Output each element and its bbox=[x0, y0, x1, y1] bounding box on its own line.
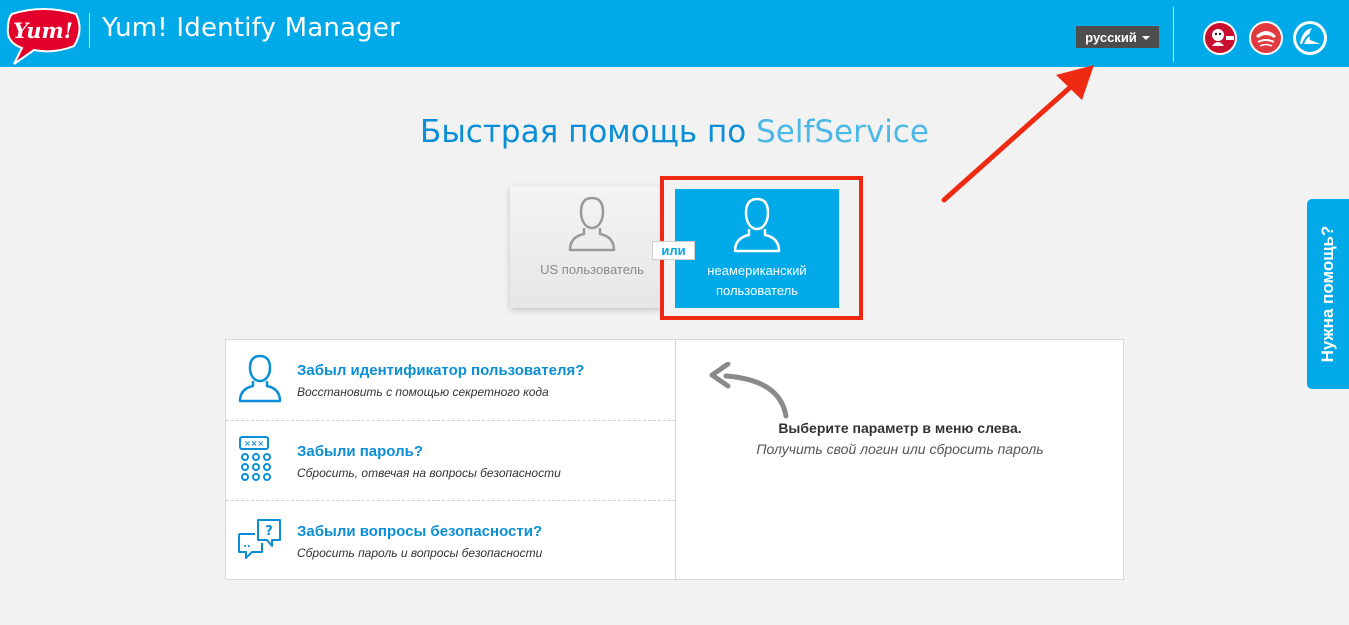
yum-logo[interactable]: Yum! bbox=[4, 6, 82, 66]
instruction-heading: Выберите параметр в меню слева. bbox=[778, 420, 1022, 436]
svg-text:×××: ××× bbox=[244, 439, 264, 448]
options-panel: Забыл идентификатор пользователя? Восста… bbox=[225, 339, 1124, 580]
annotation-arrow bbox=[941, 65, 1094, 203]
caret-down-icon bbox=[1141, 35, 1150, 40]
forgot-security-questions-subtitle: Сбросить пароль и вопросы безопасности bbox=[297, 546, 543, 560]
chat-question-icon: ? .. bbox=[238, 519, 281, 559]
forgot-password-option[interactable]: ××× Забыли пароль? Сбросить, отвечая на … bbox=[226, 420, 676, 500]
language-label: русский bbox=[1085, 29, 1137, 45]
help-tab[interactable]: Нужна помощь? bbox=[1307, 199, 1349, 389]
us-user-label: US пользователь bbox=[540, 262, 644, 277]
forgot-security-questions-option[interactable]: ? .. Забыли вопросы безопасности? Сброси… bbox=[226, 500, 676, 580]
or-badge: или bbox=[652, 241, 695, 260]
curved-arrow-icon bbox=[709, 362, 789, 419]
page-title: Быстрая помощь по SelfService bbox=[0, 114, 1349, 150]
pizza-hut-logo[interactable] bbox=[1248, 20, 1284, 56]
user-icon bbox=[238, 354, 282, 403]
help-tab-label: Нужна помощь? bbox=[1318, 225, 1337, 363]
page-title-highlight: SelfService bbox=[756, 114, 929, 150]
svg-text:Yum!: Yum! bbox=[13, 18, 73, 43]
language-dropdown[interactable]: русский bbox=[1076, 26, 1159, 48]
forgot-user-id-title: Забыл идентификатор пользователя? bbox=[297, 362, 585, 379]
header-divider bbox=[89, 13, 90, 48]
forgot-security-questions-title: Забыли вопросы безопасности? bbox=[297, 523, 543, 540]
forgot-user-id-option[interactable]: Забыл идентификатор пользователя? Восста… bbox=[226, 340, 676, 420]
header-divider-right bbox=[1173, 7, 1174, 62]
top-header: Yum! Yum! Identify Manager русский bbox=[0, 0, 1349, 67]
svg-text:?: ? bbox=[265, 524, 273, 539]
user-icon bbox=[568, 196, 616, 252]
us-user-option[interactable]: US пользователь bbox=[510, 186, 660, 308]
app-title: Yum! Identify Manager bbox=[102, 13, 400, 43]
taco-bell-logo[interactable] bbox=[1292, 20, 1328, 56]
keypad-icon: ××× bbox=[239, 436, 271, 481]
svg-text:..: .. bbox=[243, 539, 251, 550]
page-title-main: Быстрая помощь по bbox=[420, 114, 747, 150]
kfc-logo[interactable] bbox=[1202, 20, 1238, 56]
options-list: Забыл идентификатор пользователя? Восста… bbox=[226, 340, 676, 579]
instruction-subtext: Получить свой логин или сбросить пароль bbox=[756, 441, 1044, 457]
forgot-password-title: Забыли пароль? bbox=[297, 443, 423, 460]
forgot-user-id-subtitle: Восстановить с помощью секретного кода bbox=[297, 385, 549, 399]
forgot-password-subtitle: Сбросить, отвечая на вопросы безопасност… bbox=[297, 466, 561, 480]
